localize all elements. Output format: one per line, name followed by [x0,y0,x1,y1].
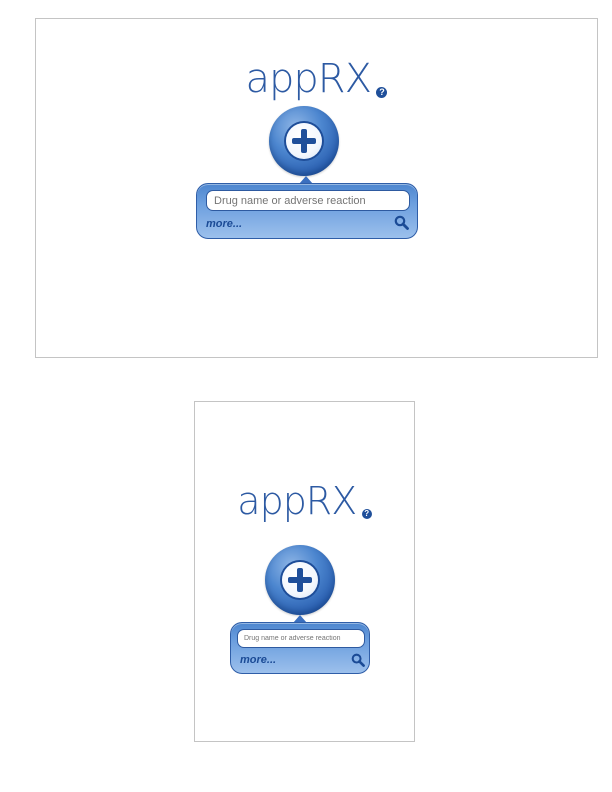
logo-row: appRX ? [36,57,597,101]
landscape-screen: appRX ? more... [35,18,598,358]
add-button[interactable] [269,106,339,176]
add-button[interactable] [265,545,335,615]
app-logo: appRX [237,479,357,523]
help-icon[interactable]: ? [361,509,372,519]
help-icon[interactable]: ? [376,87,388,98]
plus-icon-horizontal [288,577,312,583]
plus-icon-horizontal [292,138,316,144]
app-logo: appRX [245,56,372,102]
search-panel: more... [230,622,370,674]
search-panel: more... [196,183,418,239]
logo-row: appRX ? [195,480,414,522]
search-icon[interactable] [394,215,409,230]
plus-icon [282,562,318,598]
portrait-screen: appRX ? more... [194,401,415,742]
search-widget: more... [230,543,370,675]
search-input[interactable] [206,190,410,211]
search-input[interactable] [237,629,365,648]
search-icon[interactable] [351,653,365,667]
plus-icon [286,123,322,159]
more-link[interactable]: more... [240,654,276,666]
more-link[interactable]: more... [206,218,242,230]
search-widget: more... [196,101,418,241]
